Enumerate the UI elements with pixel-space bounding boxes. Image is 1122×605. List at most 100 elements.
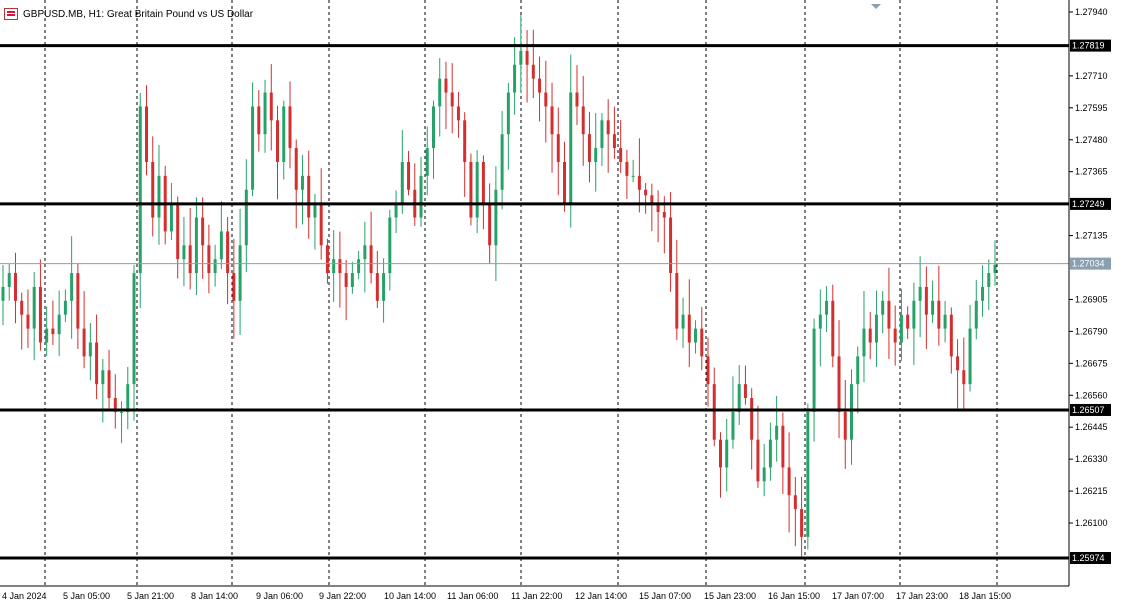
candle-body-bear <box>151 161 155 218</box>
candle-body-bull <box>874 314 878 343</box>
candle-body-bull <box>825 300 829 315</box>
candle-body-bear <box>232 273 236 301</box>
candle-body-bear <box>706 356 710 385</box>
candle-body-bull <box>157 175 161 218</box>
candle-body-bear <box>257 106 261 135</box>
candle-body-bear <box>288 106 292 149</box>
price-tick-label: 1.27480 <box>1075 135 1108 145</box>
candle-body-bear <box>325 245 329 274</box>
candle-body-bull <box>120 411 124 413</box>
candle-body-bear <box>20 300 24 315</box>
candle-body-bull <box>569 92 573 204</box>
price-tick-label: 1.26330 <box>1075 454 1108 464</box>
candle-body-bear <box>750 398 754 440</box>
chart-title-bar: GBPUSD.MB, H1: Great Britain Pound vs US… <box>4 6 253 22</box>
price-tick-label: 1.27710 <box>1075 71 1108 81</box>
plot-area[interactable] <box>0 0 1069 586</box>
candle-body-bull <box>138 106 142 274</box>
candle-body-bear <box>469 161 473 218</box>
candle-body-bear <box>962 370 966 385</box>
time-tick-label: 17 Jan 23:00 <box>896 591 948 601</box>
candle-body-bull <box>32 286 36 329</box>
candle-body-bear <box>144 106 148 162</box>
candle-body-bull <box>1 286 5 301</box>
time-tick-label: 10 Jan 14:00 <box>384 591 436 601</box>
candle-body-bull <box>251 106 255 190</box>
candle-body-bull <box>126 384 130 412</box>
candle-body-bull <box>332 259 336 274</box>
candle-body-bear <box>51 328 55 335</box>
candle-body-bear <box>319 203 323 246</box>
candle-body-bull <box>213 259 217 274</box>
candle-body-bear <box>843 411 847 440</box>
candle-body-bear <box>188 245 192 274</box>
candle-body-bear <box>644 189 648 196</box>
candle-body-bull <box>194 217 198 274</box>
candle-body-bear <box>538 78 542 93</box>
candle-body-bear <box>201 217 205 246</box>
candle-body-bull <box>219 231 223 260</box>
price-tick-label: 1.27365 <box>1075 167 1108 177</box>
candle-body-bull <box>475 161 479 218</box>
candle-body-bull <box>182 245 186 260</box>
candle-body-bear <box>444 78 448 93</box>
candle-body-bear <box>793 495 797 510</box>
time-tick-label: 11 Jan 06:00 <box>447 591 498 601</box>
candle-body-bull <box>438 78 442 107</box>
candle-body-bull <box>725 439 729 468</box>
candle-body-bull <box>856 356 860 385</box>
candle-body-bear <box>619 148 623 162</box>
candle-body-bull <box>300 175 304 190</box>
time-tick-label: 8 Jan 14:00 <box>191 591 238 601</box>
candle-body-bear <box>949 314 953 357</box>
price-tick-label: 1.26905 <box>1075 294 1108 304</box>
candle-body-bull <box>238 245 242 301</box>
time-tick-label: 9 Jan 22:00 <box>319 591 366 601</box>
candle-body-bear <box>488 203 492 246</box>
candle-body-bull <box>431 106 435 149</box>
candle-body-bear <box>937 300 941 329</box>
time-tick-label: 15 Jan 07:00 <box>639 591 691 601</box>
candle-body-bear <box>407 161 411 190</box>
candle-body-bull <box>244 189 248 246</box>
time-tick-label: 17 Jan 07:00 <box>832 591 884 601</box>
candle-body-bear <box>207 245 211 274</box>
candle-body-bull <box>912 300 916 329</box>
candle-body-bull <box>132 273 136 385</box>
time-tick-label: 9 Jan 06:00 <box>256 591 303 601</box>
candle-body-bear <box>456 106 460 121</box>
candle-body-bull <box>768 439 772 468</box>
candle-body-bull <box>70 273 74 301</box>
price-tick-label: 1.27595 <box>1075 103 1108 113</box>
candle-body-bull <box>45 328 49 343</box>
candle-body-bull <box>313 203 317 218</box>
candle-body-bear <box>781 425 785 468</box>
candle-body-bull <box>850 384 854 440</box>
candle-body-bear <box>637 175 641 190</box>
candle-body-bear <box>575 92 579 107</box>
candle-body-bull <box>357 259 361 274</box>
price-axis[interactable]: 1.27940 1.27710 1.27595 1.27480 1.27365 1.271… <box>1068 0 1108 586</box>
candle-body-bear <box>563 161 567 204</box>
candle-body-bear <box>338 259 342 274</box>
candle-body-bull <box>974 300 978 329</box>
candle-body-bear <box>76 273 80 329</box>
candle-body-bull <box>931 300 935 315</box>
candle-body-bull <box>631 175 635 177</box>
candle-body-bull <box>918 286 922 301</box>
candle-body-bull <box>775 425 779 440</box>
candle-body-bull <box>394 203 398 218</box>
candle-body-bull <box>987 273 991 287</box>
candle-body-bear <box>525 50 529 65</box>
time-tick-label: 5 Jan 21:00 <box>127 591 174 601</box>
price-tick-label: 1.26560 <box>1075 390 1108 400</box>
time-axis[interactable]: 4 Jan 2024 5 Jan 05:00 5 Jan 21:00 8 Jan 14… <box>0 585 1069 601</box>
candle-body-bull <box>282 106 286 162</box>
price-tick-label: 1.27135 <box>1075 231 1108 241</box>
price-tick-label: 1.26100 <box>1075 518 1108 528</box>
candle-body-bear <box>587 134 591 162</box>
time-tick-label: 11 Jan 22:00 <box>511 591 562 601</box>
candle-body-bull <box>881 300 885 315</box>
time-tick-label: 12 Jan 14:00 <box>575 591 627 601</box>
price-chart[interactable]: 1.27819 1.27249 1.26507 1.25974 1.27034 1.27… <box>0 0 1122 605</box>
